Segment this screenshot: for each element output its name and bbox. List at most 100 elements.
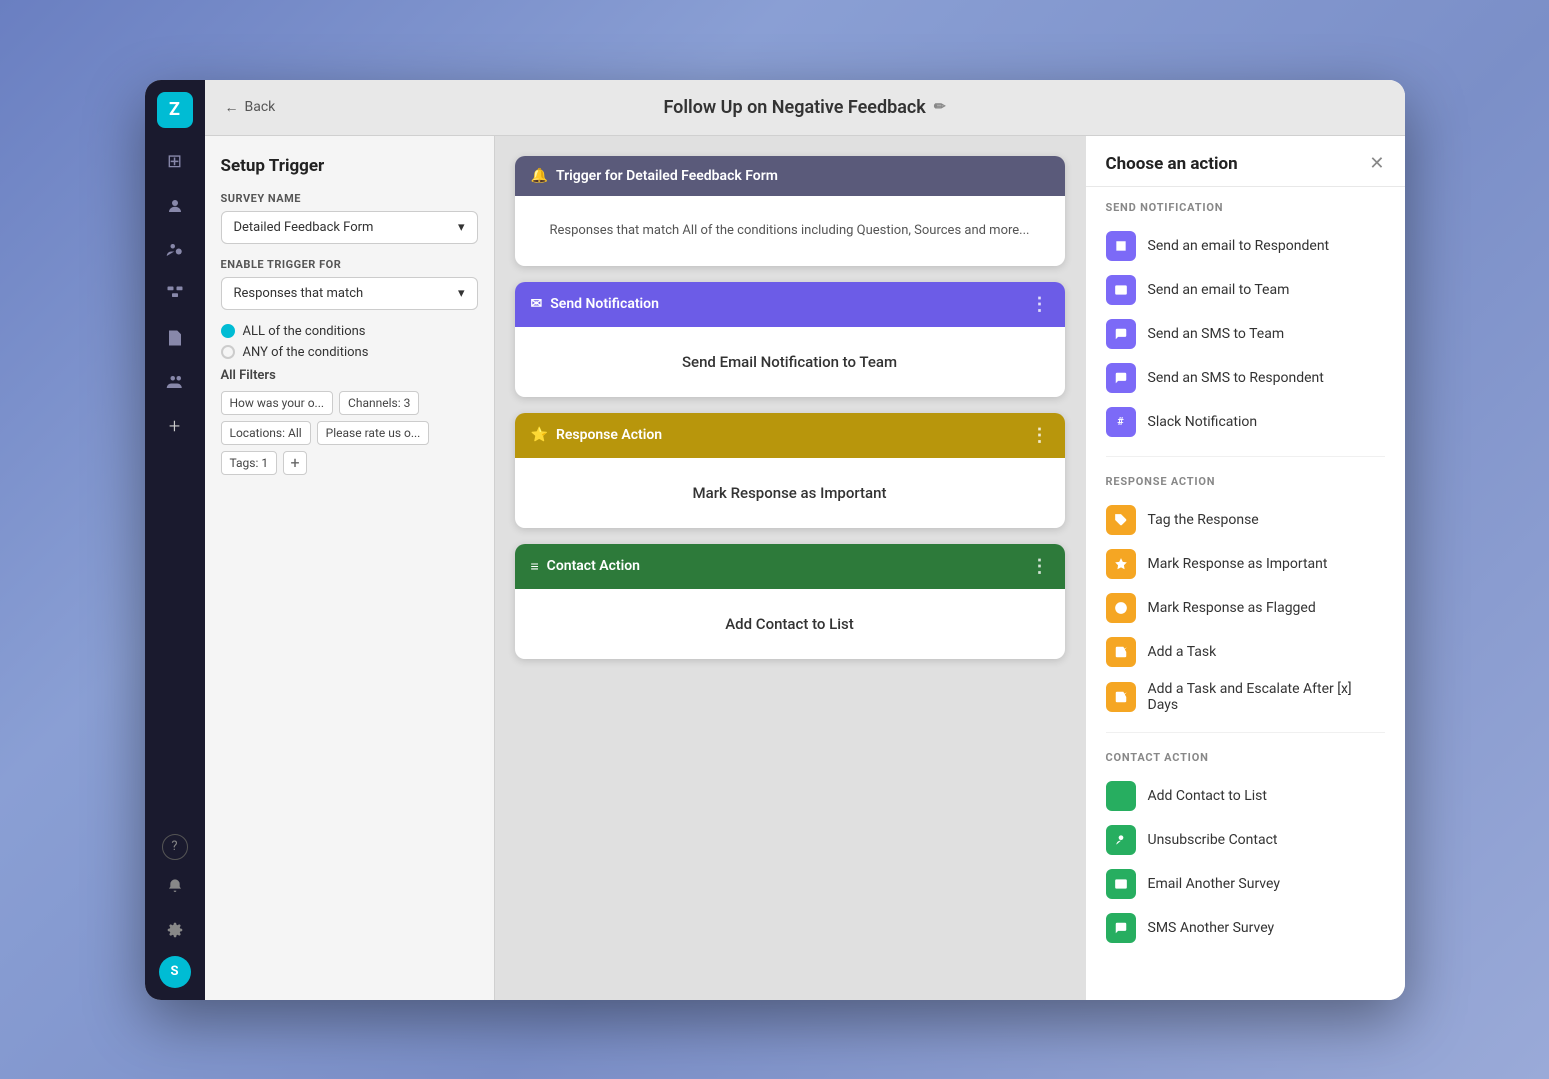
bell-icon[interactable] <box>157 868 193 904</box>
chevron-down-icon: ▾ <box>458 220 465 235</box>
response-body-text: Mark Response as Important <box>693 484 887 502</box>
arrow-left-icon: ← <box>225 99 239 116</box>
condition-radio-group: ALL of the conditions ANY of the conditi… <box>221 324 478 360</box>
add-contact-list-icon <box>1106 781 1136 811</box>
enable-trigger-dropdown[interactable]: Responses that match ▾ <box>221 277 478 310</box>
contact-icon: ≡ <box>531 558 539 575</box>
contact-block: ≡ Contact Action ⋮ Add Contact to List <box>515 544 1065 659</box>
unsubscribe-contact-label: Unsubscribe Contact <box>1148 832 1278 848</box>
action-sms-another-survey[interactable]: SMS Another Survey <box>1106 906 1385 950</box>
page-title: Follow Up on Negative Feedback ✏ <box>663 97 945 118</box>
sms-team-label: Send an SMS to Team <box>1148 326 1285 342</box>
content-area: Setup Trigger SURVEY NAME Detailed Feedb… <box>205 136 1405 1000</box>
filter-tag-2[interactable]: Channels: 3 <box>339 391 419 415</box>
user-avatar[interactable]: S <box>159 956 191 988</box>
radio-all[interactable]: ALL of the conditions <box>221 324 478 339</box>
action-slack[interactable]: # Slack Notification <box>1106 400 1385 444</box>
response-block-header: ⭐ Response Action ⋮ <box>515 413 1065 458</box>
workflow-icon[interactable] <box>157 276 193 312</box>
add-task-icon <box>1106 637 1136 667</box>
document-icon[interactable] <box>157 320 193 356</box>
trigger-icon: 🔔 <box>531 168 548 184</box>
notification-block-body[interactable]: Send Email Notification to Team <box>515 327 1065 397</box>
email-respondent-icon <box>1106 231 1136 261</box>
back-button[interactable]: ← Back <box>225 99 276 116</box>
response-block-body[interactable]: Mark Response as Important <box>515 458 1065 528</box>
action-tag-response[interactable]: Tag the Response <box>1106 498 1385 542</box>
contact-action-title: CONTACT ACTION <box>1106 751 1385 764</box>
filter-tag-4[interactable]: Please rate us o... <box>317 421 430 445</box>
filter-tag-3[interactable]: Locations: All <box>221 421 311 445</box>
filters-label: All Filters <box>221 368 478 383</box>
title-text: Follow Up on Negative Feedback <box>663 97 925 118</box>
action-email-another-survey[interactable]: Email Another Survey <box>1106 862 1385 906</box>
help-icon[interactable]: ? <box>162 834 188 860</box>
radio-any[interactable]: ANY of the conditions <box>221 345 478 360</box>
main-area: ← Back Follow Up on Negative Feedback ✏ … <box>205 80 1405 1000</box>
radio-all-label: ALL of the conditions <box>243 324 366 339</box>
filter-tag-5[interactable]: Tags: 1 <box>221 451 278 475</box>
grid-icon[interactable]: ⊞ <box>157 144 193 180</box>
team-icon[interactable] <box>157 364 193 400</box>
add-task-escalate-label: Add a Task and Escalate After [x] Days <box>1148 681 1385 713</box>
survey-name-label: SURVEY NAME <box>221 192 478 205</box>
right-panel-header: Choose an action ✕ <box>1086 136 1405 187</box>
action-mark-important[interactable]: Mark Response as Important <box>1106 542 1385 586</box>
response-menu-icon[interactable]: ⋮ <box>1031 425 1049 446</box>
contact-icon[interactable] <box>157 188 193 224</box>
user-icon[interactable] <box>157 232 193 268</box>
action-sms-respondent[interactable]: Send an SMS to Respondent <box>1106 356 1385 400</box>
response-action-title: RESPONSE ACTION <box>1106 475 1385 488</box>
add-filter-button[interactable]: + <box>283 451 307 475</box>
radio-all-circle <box>221 324 235 338</box>
email-another-survey-label: Email Another Survey <box>1148 876 1280 892</box>
sms-team-icon <box>1106 319 1136 349</box>
enable-trigger-label: ENABLE TRIGGER FOR <box>221 258 478 271</box>
contact-body-text: Add Contact to List <box>725 615 854 633</box>
sms-respondent-icon <box>1106 363 1136 393</box>
add-task-label: Add a Task <box>1148 644 1217 660</box>
action-mark-flagged[interactable]: Mark Response as Flagged <box>1106 586 1385 630</box>
add-icon[interactable]: + <box>157 408 193 444</box>
email-team-icon <box>1106 275 1136 305</box>
edit-icon[interactable]: ✏ <box>934 99 946 115</box>
action-sms-team[interactable]: Send an SMS to Team <box>1106 312 1385 356</box>
email-team-label: Send an email to Team <box>1148 282 1290 298</box>
action-add-task[interactable]: Add a Task <box>1106 630 1385 674</box>
mark-flagged-icon <box>1106 593 1136 623</box>
app-window: Z ⊞ + ? S <box>145 80 1405 1000</box>
right-panel-title: Choose an action <box>1106 154 1238 174</box>
gear-icon[interactable] <box>157 912 193 948</box>
response-action-section: RESPONSE ACTION Tag the Response Mark Re… <box>1086 461 1405 728</box>
add-task-escalate-icon <box>1106 682 1136 712</box>
divider-2 <box>1106 732 1385 733</box>
logo: Z <box>157 92 193 128</box>
slack-label: Slack Notification <box>1148 414 1258 430</box>
survey-name-dropdown[interactable]: Detailed Feedback Form ▾ <box>221 211 478 244</box>
action-add-task-escalate[interactable]: Add a Task and Escalate After [x] Days <box>1106 674 1385 720</box>
trigger-block: 🔔 Trigger for Detailed Feedback Form Res… <box>515 156 1065 266</box>
notification-body-text: Send Email Notification to Team <box>682 353 897 371</box>
response-header-label: Response Action <box>556 427 662 443</box>
contact-block-body[interactable]: Add Contact to List <box>515 589 1065 659</box>
action-email-respondent[interactable]: Send an email to Respondent <box>1106 224 1385 268</box>
contact-menu-icon[interactable]: ⋮ <box>1031 556 1049 577</box>
notification-menu-icon[interactable]: ⋮ <box>1031 294 1049 315</box>
trigger-header-label: Trigger for Detailed Feedback Form <box>556 168 778 184</box>
survey-name-value: Detailed Feedback Form <box>234 220 374 235</box>
filter-tag-1[interactable]: How was your o... <box>221 391 334 415</box>
add-contact-list-label: Add Contact to List <box>1148 788 1267 804</box>
action-email-team[interactable]: Send an email to Team <box>1106 268 1385 312</box>
action-add-contact-list[interactable]: Add Contact to List <box>1106 774 1385 818</box>
response-icon: ⭐ <box>531 427 548 443</box>
close-button[interactable]: ✕ <box>1369 155 1384 173</box>
radio-any-label: ANY of the conditions <box>243 345 369 360</box>
trigger-body-text: Responses that match All of the conditio… <box>550 221 1030 241</box>
header: ← Back Follow Up on Negative Feedback ✏ <box>205 80 1405 136</box>
sidebar: Z ⊞ + ? S <box>145 80 205 1000</box>
radio-any-circle <box>221 345 235 359</box>
action-unsubscribe-contact[interactable]: Unsubscribe Contact <box>1106 818 1385 862</box>
chevron-down-icon-2: ▾ <box>458 286 465 301</box>
sms-another-survey-icon <box>1106 913 1136 943</box>
back-label: Back <box>245 99 276 115</box>
